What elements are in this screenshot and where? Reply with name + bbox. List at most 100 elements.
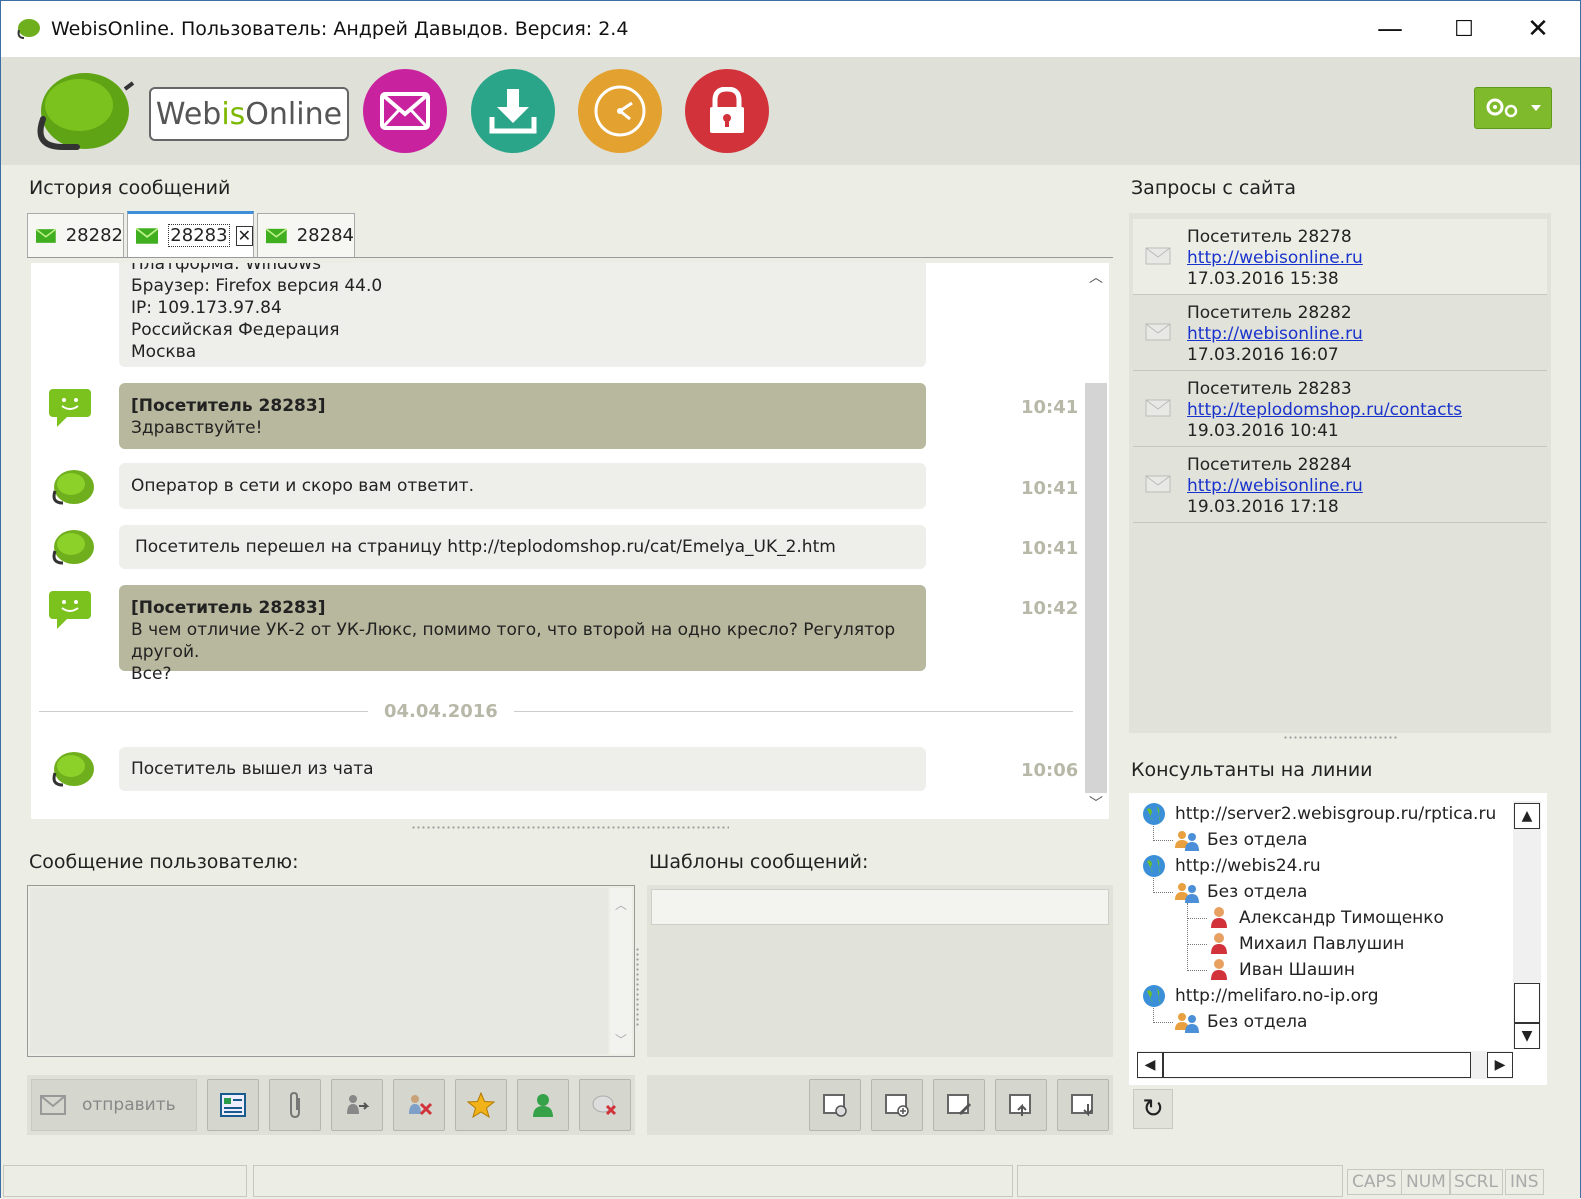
status-panel [253, 1165, 1013, 1197]
ban-visitor-button[interactable] [393, 1079, 445, 1131]
tree-group[interactable]: Без отдела [1173, 1009, 1307, 1035]
tree-site[interactable]: http://server2.webisgroup.ru/rptica.ru [1141, 801, 1496, 827]
scroll-up-icon[interactable]: ▲ [1514, 803, 1540, 829]
templates-label: Шаблоны сообщений: [649, 851, 869, 873]
users-group-icon [1175, 831, 1199, 851]
attach-button[interactable] [269, 1079, 321, 1131]
visitor-chat-icon [49, 389, 91, 427]
tab-28283[interactable]: 28283 ✕ [127, 211, 254, 257]
remove-user-icon [409, 1095, 433, 1116]
request-url-link[interactable]: http://webisonline.ru [1187, 248, 1363, 268]
request-item[interactable]: Посетитель 28284 http://webisonline.ru 1… [1133, 447, 1547, 523]
scroll-thumb[interactable] [1085, 383, 1107, 793]
chat-message: Посетитель вышел из чата [119, 747, 926, 791]
message-time: 10:06 [1021, 760, 1079, 781]
scroll-thumb[interactable] [1163, 1052, 1471, 1078]
scroll-thumb[interactable] [1514, 983, 1540, 1023]
scroll-down-icon[interactable]: ▼ [1514, 1023, 1540, 1049]
tree-consultant[interactable]: Михаил Павлушин [1209, 931, 1404, 957]
logo-text: Web is Online [149, 87, 349, 141]
scrl-indicator: SCRL [1449, 1169, 1503, 1195]
message-input[interactable] [30, 888, 608, 1054]
transfer-button[interactable] [331, 1079, 383, 1131]
compose-label: Сообщение пользователю: [29, 851, 299, 873]
template-up-button[interactable] [995, 1079, 1047, 1131]
templates-input[interactable] [651, 889, 1109, 925]
tree-site[interactable]: http://webis24.ru [1141, 853, 1321, 879]
chat-history[interactable]: Платформа: Windows Браузер: Firefox верс… [31, 263, 1083, 819]
globe-icon [1143, 985, 1165, 1007]
users-group-icon [1175, 883, 1199, 903]
template-insert-button[interactable] [809, 1079, 861, 1131]
request-url-link[interactable]: http://webisonline.ru [1187, 476, 1363, 496]
request-item[interactable]: Посетитель 28282 http://webisonline.ru 1… [1133, 295, 1547, 371]
user-info-button[interactable] [517, 1079, 569, 1131]
refresh-button[interactable]: ↻ [1133, 1089, 1173, 1129]
consultants-tree[interactable]: http://server2.webisgroup.ru/rptica.ru Б… [1129, 793, 1547, 1085]
messages-button[interactable] [363, 69, 447, 153]
compose-toolbar: отправить [27, 1075, 635, 1135]
tree-consultant[interactable]: Александр Тимощенко [1209, 905, 1444, 931]
chat-scrollbar[interactable]: ︿ ﹀ [1083, 263, 1109, 819]
settings-button[interactable] [1474, 87, 1552, 129]
template-edit-button[interactable] [933, 1079, 985, 1131]
lock-icon [710, 87, 744, 133]
history-label: История сообщений [29, 177, 231, 199]
status-bar: CAPS NUM SCRL INS [1, 1163, 1580, 1199]
tab-28282[interactable]: 28282 [27, 213, 124, 257]
close-button[interactable]: ✕ [1501, 1, 1575, 57]
visitor-card-button[interactable] [207, 1079, 259, 1131]
envelope-icon [1145, 475, 1171, 493]
request-url-link[interactable]: http://webisonline.ru [1187, 324, 1363, 344]
chat-message: [Посетитель 28283] Здравствуйте! [119, 383, 926, 449]
window-icon [823, 1094, 847, 1117]
maximize-button[interactable]: ☐ [1427, 1, 1501, 57]
splitter-handle[interactable] [411, 825, 729, 831]
scroll-down-icon[interactable]: ﹀ [1083, 793, 1109, 817]
envelope-icon [380, 92, 430, 130]
operator-avatar-icon [52, 752, 94, 787]
download-icon [489, 89, 537, 134]
splitter-handle[interactable] [1283, 735, 1399, 741]
download-button[interactable] [471, 69, 555, 153]
envelope-icon [266, 227, 287, 243]
scroll-left-icon[interactable]: ◀ [1137, 1052, 1163, 1078]
template-down-button[interactable] [1057, 1079, 1109, 1131]
tree-vertical-scrollbar[interactable]: ▲ ▼ [1513, 801, 1541, 1049]
tree-group[interactable]: Без отдела [1173, 879, 1307, 905]
requests-label: Запросы с сайта [1131, 177, 1297, 199]
visitor-chat-icon [49, 591, 91, 629]
scroll-right-icon[interactable]: ▶ [1487, 1052, 1513, 1078]
envelope-icon [1145, 247, 1171, 265]
history-button[interactable] [578, 69, 662, 153]
request-url-link[interactable]: http://teplodomshop.ru/contacts [1187, 400, 1462, 420]
tree-group[interactable]: Без отдела [1173, 827, 1307, 853]
tree-consultant[interactable]: Иван Шашин [1209, 957, 1355, 983]
request-item[interactable]: Посетитель 28278 http://webisonline.ru 1… [1133, 219, 1547, 295]
templates-panel [647, 885, 1113, 1057]
minimize-button[interactable]: — [1353, 1, 1427, 57]
close-chat-button[interactable] [579, 1079, 631, 1131]
operator-avatar-icon [52, 470, 94, 505]
tab-28284[interactable]: 28284 [257, 213, 355, 257]
message-input-scrollbar[interactable]: ︿ ﹀ [610, 888, 632, 1054]
favorite-button[interactable] [455, 1079, 507, 1131]
clock-icon [594, 85, 646, 137]
request-item[interactable]: Посетитель 28283 http://teplodomshop.ru/… [1133, 371, 1547, 447]
splitter-handle-vertical[interactable] [635, 947, 641, 1027]
tree-site[interactable]: http://melifaro.no-ip.org [1141, 983, 1379, 1009]
scroll-up-icon[interactable]: ︿ [1083, 267, 1109, 291]
consultant-icon [1211, 907, 1227, 928]
template-add-button[interactable] [871, 1079, 923, 1131]
consultants-label: Консультанты на линии [1131, 759, 1373, 781]
send-button[interactable]: отправить [31, 1079, 197, 1131]
message-time: 10:42 [1021, 598, 1079, 619]
chat-message: Посетитель перешел на страницу http://te… [119, 525, 926, 569]
lock-button[interactable] [685, 69, 769, 153]
tab-close-icon[interactable]: ✕ [235, 225, 253, 246]
status-panel [1017, 1165, 1343, 1197]
envelope-icon [1145, 323, 1171, 341]
tree-horizontal-scrollbar[interactable]: ◀ ▶ [1137, 1051, 1513, 1079]
title-bar: WebisOnline. Пользователь: Андрей Давыдо… [1, 1, 1580, 57]
envelope-icon [1145, 399, 1171, 417]
